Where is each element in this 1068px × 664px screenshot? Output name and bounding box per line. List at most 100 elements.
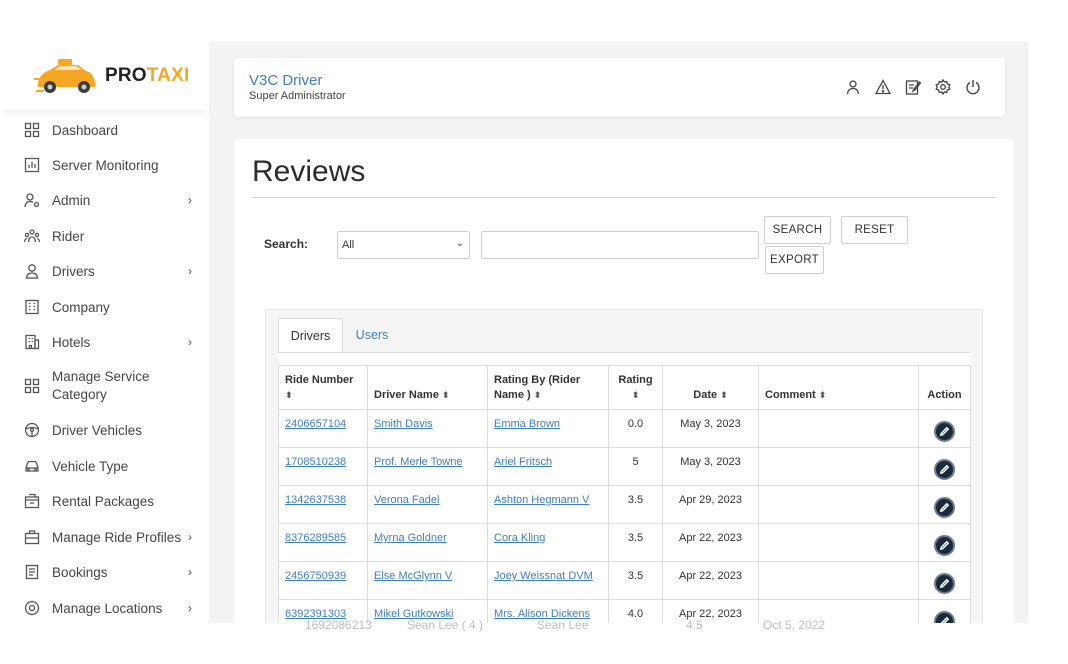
power-icon[interactable] [965, 79, 981, 95]
cell-rating: 3.5 [608, 561, 663, 600]
rider-name-link[interactable]: Joey Weissnat DVM [494, 570, 593, 582]
sidebar-item-label: Manage Service Category [52, 369, 150, 402]
cell-driver: Prof. Merle Towne [367, 447, 488, 486]
sort-icon: ⬍ [818, 390, 827, 401]
driver-name-link[interactable]: Smith Davis [374, 418, 433, 430]
sidebar-item-manage-locations[interactable]: Manage Locations › [0, 598, 209, 618]
cell-action [918, 599, 971, 623]
cell-rating: 3.5 [608, 485, 663, 524]
rating-value: 3.5 [627, 570, 644, 582]
sidebar-item-label: Company [52, 299, 110, 315]
col-driver-name[interactable]: Driver Name ⬍ [367, 365, 488, 410]
search-type-select[interactable]: All ⌄ [337, 231, 470, 259]
ride-number-link[interactable]: 2406657104 [285, 418, 346, 430]
chevron-right-icon: › [188, 264, 192, 278]
tab-users[interactable]: Users [344, 318, 400, 352]
brand-taxi: TAXI [146, 65, 190, 86]
sort-icon: ⬍ [533, 390, 542, 401]
col-rating[interactable]: Rating ⬍ [608, 365, 663, 410]
edit-icon[interactable] [934, 459, 955, 480]
sidebar-item-dashboard[interactable]: Dashboard [0, 120, 209, 140]
tab-drivers[interactable]: Drivers [278, 318, 343, 352]
ghost-ride: 1692086213 [305, 618, 372, 632]
ghost-driver: Sean Lee ( 4 ) [407, 618, 484, 632]
rider-name-link[interactable]: Ariel Fritsch [494, 456, 552, 468]
table-row: 6392391303 Mikel Gutkowski Mrs. Alison Dic… [278, 599, 971, 623]
edit-document-icon[interactable] [905, 79, 922, 95]
cell-rider: Ashton Hegmann V [487, 485, 609, 524]
sidebar-item-company[interactable]: Company [0, 297, 209, 317]
sidebar-item-manage-service-category[interactable]: Manage Service Category [0, 367, 209, 405]
bookings-icon [24, 564, 40, 580]
cell-ride: 2456750939 [278, 561, 368, 600]
package-icon [24, 493, 40, 509]
ride-number-link[interactable]: 1342637538 [285, 494, 346, 506]
edit-icon[interactable] [934, 421, 955, 442]
sidebar-item-bookings[interactable]: Bookings › [0, 562, 209, 582]
chevron-right-icon: › [188, 193, 192, 207]
col-rating-by[interactable]: Rating By (Rider Name ) ⬍ [487, 365, 609, 410]
sidebar-item-label: Dashboard [52, 122, 119, 138]
sidebar-item-vehicle-type[interactable]: Vehicle Type [0, 456, 209, 476]
ghost-rider: Sean Lee [537, 618, 589, 632]
sidebar-item-rider[interactable]: Rider [0, 226, 209, 246]
edit-icon[interactable] [934, 611, 955, 623]
cell-action [918, 523, 971, 562]
col-date[interactable]: Date ⬍ [662, 365, 759, 410]
sidebar-item-hotels[interactable]: Hotels › [0, 332, 209, 352]
search-input[interactable] [481, 231, 759, 259]
briefcase-icon [24, 529, 40, 545]
col-ride-number-label: Ride Number [285, 374, 354, 387]
sidebar-item-rental-packages[interactable]: Rental Packages [0, 491, 209, 511]
rider-name-link[interactable]: Ashton Hegmann V [494, 494, 589, 506]
cell-driver: Verona Fadel [367, 485, 488, 524]
export-button[interactable]: EXPORT [765, 246, 824, 274]
sidebar-item-manage-ride-profiles[interactable]: Manage Ride Profiles › [0, 527, 209, 547]
table-body: 2406657104 Smith Davis Emma Brown 0.0 May 3,… [278, 409, 971, 623]
search-button[interactable]: SEARCH [764, 216, 831, 244]
profile-icon[interactable] [845, 79, 861, 95]
col-ride-number[interactable]: Ride Number ⬍ [278, 365, 368, 410]
col-comment-label: Comment [765, 389, 816, 402]
rider-name-link[interactable]: Cora Kling [494, 532, 545, 544]
col-action: Action [918, 365, 971, 410]
cell-comment [758, 523, 919, 562]
driver-name-link[interactable]: Prof. Merle Towne [374, 456, 462, 468]
ghost-rating: 4.5 [686, 618, 703, 632]
cell-date: Apr 22, 2023 [662, 561, 759, 600]
settings-icon[interactable] [935, 78, 951, 96]
edit-icon[interactable] [934, 573, 955, 594]
col-comment[interactable]: Comment ⬍ [758, 365, 919, 410]
sidebar-item-label: Rental Packages [52, 493, 155, 509]
warning-icon[interactable] [874, 79, 892, 95]
sidebar-item-admin[interactable]: Admin › [0, 190, 209, 210]
cell-rating: 0.0 [608, 409, 663, 448]
ride-number-link[interactable]: 2456750939 [285, 570, 346, 582]
chevron-right-icon: › [188, 530, 192, 544]
driver-name-link[interactable]: Verona Fadel [374, 494, 439, 506]
sidebar-item-label: Hotels [52, 334, 91, 350]
ride-number-link[interactable]: 1708510238 [285, 456, 346, 468]
driver-name-link[interactable]: Else McGlynn V [374, 570, 452, 582]
rider-name-link[interactable]: Emma Brown [494, 418, 560, 430]
edit-icon[interactable] [934, 497, 955, 518]
review-date: Apr 22, 2023 [679, 532, 742, 544]
sidebar-item-driver-vehicles[interactable]: Driver Vehicles [0, 420, 209, 440]
user-name[interactable]: V3C Driver [249, 72, 322, 89]
user-role: Super Administrator [249, 90, 346, 102]
chevron-right-icon: › [188, 335, 192, 349]
reset-button[interactable]: RESET [841, 216, 908, 244]
reviews-card: Reviews Search: All ⌄ SEARCH RESET EXPOR… [234, 139, 1014, 623]
sort-icon: ⬍ [720, 390, 728, 401]
cell-ride: 8376289585 [278, 523, 368, 562]
driver-name-link[interactable]: Myrna Goldner [374, 532, 447, 544]
app-frame: PROTAXI Dashboard Server Monitoring Admin ›… [0, 42, 1028, 623]
ride-number-link[interactable]: 8376289585 [285, 532, 346, 544]
sidebar-item-server-monitoring[interactable]: Server Monitoring [0, 155, 209, 175]
sidebar-item-label: Drivers [52, 263, 95, 279]
sidebar-item-drivers[interactable]: Drivers › [0, 261, 209, 281]
sidebar-item-label: Admin [52, 192, 91, 208]
cell-date: May 3, 2023 [662, 447, 759, 486]
edit-icon[interactable] [934, 535, 955, 556]
logo[interactable]: PROTAXI [0, 42, 209, 110]
